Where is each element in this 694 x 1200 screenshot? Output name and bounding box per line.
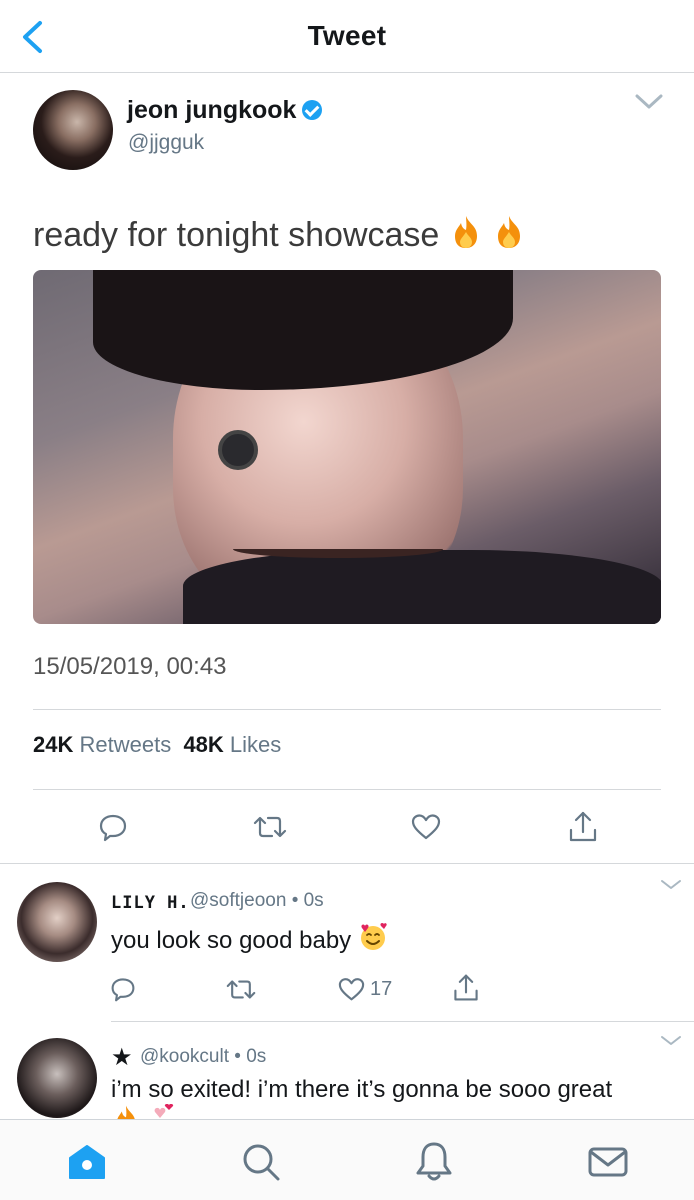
tweet-action-bar (0, 810, 694, 846)
retweet-icon[interactable] (226, 977, 256, 1002)
section-separator (0, 863, 694, 864)
more-options-chevron-icon[interactable] (634, 92, 664, 112)
reply-time: • 0s (291, 890, 324, 911)
reply-handle-row: @softjeoon • 0s (190, 890, 324, 912)
tweet-photo[interactable] (33, 270, 661, 624)
reply-time: • 0s (234, 1046, 267, 1067)
reply-avatar[interactable] (17, 882, 97, 962)
author-avatar[interactable] (33, 90, 113, 170)
verified-badge-icon (302, 100, 323, 120)
tweet-stats: 24K Retweets 48K Likes (33, 732, 281, 758)
retweets-count[interactable]: 24K (33, 732, 73, 757)
author-name-row[interactable]: jeon jungkook (127, 96, 323, 125)
reply-handle-row: @kookcult • 0s (140, 1046, 266, 1068)
tweet-text: ready for tonight showcase (33, 216, 440, 254)
author-handle[interactable]: @jjgguk (128, 131, 204, 155)
reply-separator (111, 1021, 694, 1022)
fire-emoji-icon (454, 216, 477, 248)
like-heart-icon[interactable] (338, 977, 365, 1002)
reply-text: you look so good baby (111, 927, 352, 954)
page-title: Tweet (307, 20, 387, 51)
reply-emoji-row (111, 1104, 181, 1119)
bottom-tab-bar (0, 1119, 694, 1200)
search-icon[interactable] (241, 1142, 281, 1182)
photo-shirt (183, 550, 661, 624)
reply-like-count: 17 (370, 978, 393, 1000)
tweet-timestamp: 15/05/2019, 00:43 (33, 653, 227, 680)
share-icon[interactable] (568, 810, 598, 844)
reply-author-name[interactable]: ★ (111, 1043, 133, 1071)
reply-text-row: you look so good baby (111, 922, 388, 955)
reply-icon[interactable] (110, 976, 136, 1002)
reply-icon[interactable] (98, 812, 128, 842)
divider (33, 789, 661, 790)
home-icon[interactable] (67, 1144, 107, 1180)
reply-options-chevron-icon[interactable] (660, 1034, 682, 1048)
likes-count[interactable]: 48K (183, 732, 223, 757)
reply-text: i’m so exited! i’m there it’s gonna be s… (111, 1076, 613, 1103)
retweet-icon[interactable] (253, 813, 287, 841)
fire-emoji-icon (117, 1105, 135, 1119)
messages-mail-icon[interactable] (588, 1146, 628, 1178)
fire-emoji-icon (498, 216, 521, 248)
reply-handle[interactable]: @softjeoon (190, 890, 286, 911)
reply-avatar[interactable] (17, 1038, 97, 1118)
tweet-text-row: ready for tonight showcase (33, 214, 526, 255)
notifications-bell-icon[interactable] (415, 1140, 453, 1182)
smiling-face-with-hearts-emoji-icon (360, 922, 387, 950)
share-icon[interactable] (452, 973, 480, 1003)
reply-options-chevron-icon[interactable] (660, 878, 682, 892)
two-hearts-emoji-icon (155, 1104, 174, 1118)
likes-label[interactable]: Likes (230, 732, 281, 757)
photo-microphone (218, 430, 258, 470)
photo-hair (93, 270, 513, 390)
reply-handle[interactable]: @kookcult (140, 1046, 229, 1067)
photo-choker (233, 540, 443, 558)
author-name[interactable]: jeon jungkook (127, 96, 296, 124)
reply-author-name[interactable]: LILY H. (111, 893, 190, 913)
divider (33, 709, 661, 710)
top-bar: Tweet (0, 0, 694, 73)
like-heart-icon[interactable] (411, 813, 441, 841)
retweets-label[interactable]: Retweets (79, 732, 171, 757)
